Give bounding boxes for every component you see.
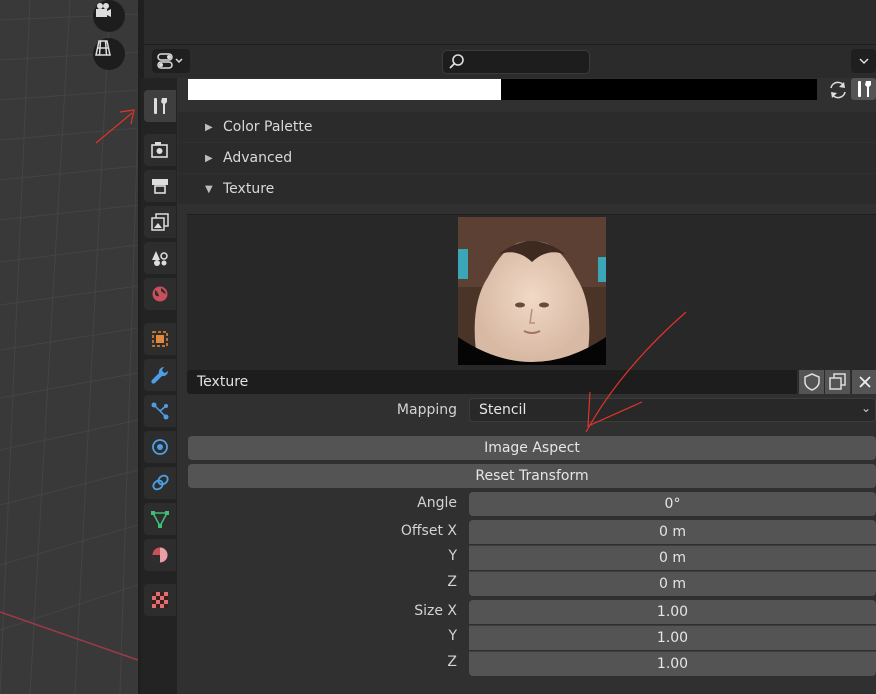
- duplicate-texture-button[interactable]: [824, 370, 850, 394]
- options-dropdown[interactable]: [851, 49, 876, 73]
- offset-y-field[interactable]: 0 m: [469, 545, 876, 570]
- section-label: Color Palette: [223, 119, 313, 135]
- mapping-dropdown[interactable]: Stencil ⌄: [469, 398, 876, 422]
- primary-color-swatch[interactable]: [188, 79, 501, 100]
- particles-icon: [151, 402, 169, 420]
- world-icon: [152, 286, 168, 302]
- size-y-field[interactable]: 1.00: [469, 625, 876, 650]
- section-label: Texture: [223, 181, 275, 197]
- offset-z-field[interactable]: 0 m: [469, 571, 876, 596]
- material-icon: [152, 547, 168, 563]
- size-z-field[interactable]: 1.00: [469, 651, 876, 676]
- size-x-field[interactable]: 1.00: [469, 600, 876, 624]
- tab-tool[interactable]: [144, 90, 176, 122]
- tab-material[interactable]: [144, 539, 176, 571]
- tab-object-data[interactable]: [144, 503, 176, 535]
- size-y-label: Y: [448, 628, 457, 644]
- tab-render[interactable]: [144, 134, 176, 166]
- section-color-palette[interactable]: ▶ Color Palette: [178, 112, 876, 142]
- swap-colors-button[interactable]: [827, 79, 849, 100]
- texture-name: Texture: [197, 374, 249, 390]
- camera-icon: [96, 3, 111, 17]
- tab-view-layer[interactable]: [144, 206, 176, 238]
- mesh-data-icon: [151, 511, 169, 528]
- tab-scene[interactable]: [144, 242, 176, 274]
- fake-user-button[interactable]: [798, 370, 824, 394]
- section-label: Advanced: [223, 150, 293, 166]
- object-icon: [152, 331, 168, 347]
- swap-icon: [830, 81, 846, 98]
- tab-texture[interactable]: [144, 584, 176, 616]
- reset-transform-button[interactable]: Reset Transform: [188, 464, 876, 488]
- search-icon: [449, 54, 464, 69]
- offset-z-label: Z: [447, 574, 457, 590]
- image-aspect-button[interactable]: Image Aspect: [188, 436, 876, 460]
- view-layer-icon: [151, 213, 169, 231]
- offset-x-label: Offset X: [400, 523, 457, 539]
- angle-field[interactable]: 0°: [469, 492, 876, 516]
- 3d-viewport[interactable]: [0, 0, 138, 694]
- tab-world[interactable]: [144, 278, 176, 310]
- search-input[interactable]: [442, 50, 590, 74]
- physics-icon: [152, 439, 168, 455]
- angle-label: Angle: [417, 495, 457, 511]
- ortho-grid-button[interactable]: [93, 38, 125, 70]
- tool-icon: [154, 98, 167, 114]
- chevron-down-icon: [858, 58, 869, 65]
- unified-color-button[interactable]: [851, 78, 876, 100]
- scene-icon: [152, 251, 168, 266]
- shield-icon: [803, 373, 820, 391]
- texture-checker-icon: [152, 592, 168, 608]
- properties-tabs: [141, 78, 177, 694]
- editor-type-dropdown[interactable]: [152, 49, 190, 73]
- size-x-label: Size X: [414, 603, 457, 619]
- collapsed-arrow-icon: ▶: [205, 121, 213, 133]
- tab-physics[interactable]: [144, 431, 176, 463]
- viewport-grid: [0, 0, 138, 694]
- section-advanced[interactable]: ▶ Advanced: [178, 143, 876, 173]
- constraints-icon: [152, 474, 169, 491]
- top-area: [144, 0, 876, 45]
- texture-name-field[interactable]: Texture: [187, 370, 797, 394]
- unlink-texture-button[interactable]: [851, 370, 876, 394]
- tab-output[interactable]: [144, 170, 176, 202]
- chevron-down-icon: ⌄: [860, 401, 871, 415]
- tool-settings-icon: [857, 81, 871, 97]
- size-z-label: Z: [447, 654, 457, 670]
- mapping-label: Mapping: [396, 402, 457, 418]
- tab-modifier[interactable]: [144, 359, 176, 391]
- tab-object[interactable]: [144, 323, 176, 355]
- grid-icon: [95, 40, 111, 56]
- duplicate-icon: [828, 373, 846, 390]
- secondary-color-swatch[interactable]: [501, 79, 817, 100]
- tab-particles[interactable]: [144, 395, 176, 427]
- output-icon: [152, 179, 168, 194]
- mapping-value: Stencil: [479, 402, 527, 418]
- tab-constraints[interactable]: [144, 467, 176, 499]
- close-icon: [858, 376, 871, 388]
- offset-x-field[interactable]: 0 m: [469, 520, 876, 544]
- collapsed-arrow-icon: ▶: [205, 152, 213, 164]
- wrench-icon: [151, 366, 169, 384]
- offset-y-label: Y: [448, 548, 457, 564]
- camera-view-button[interactable]: [93, 0, 125, 32]
- properties-editor-icon: [157, 53, 183, 69]
- expanded-arrow-icon: ▼: [205, 183, 213, 195]
- section-texture[interactable]: ▼ Texture: [178, 174, 876, 204]
- render-icon: [151, 142, 168, 158]
- texture-thumbnail-image[interactable]: [458, 217, 606, 365]
